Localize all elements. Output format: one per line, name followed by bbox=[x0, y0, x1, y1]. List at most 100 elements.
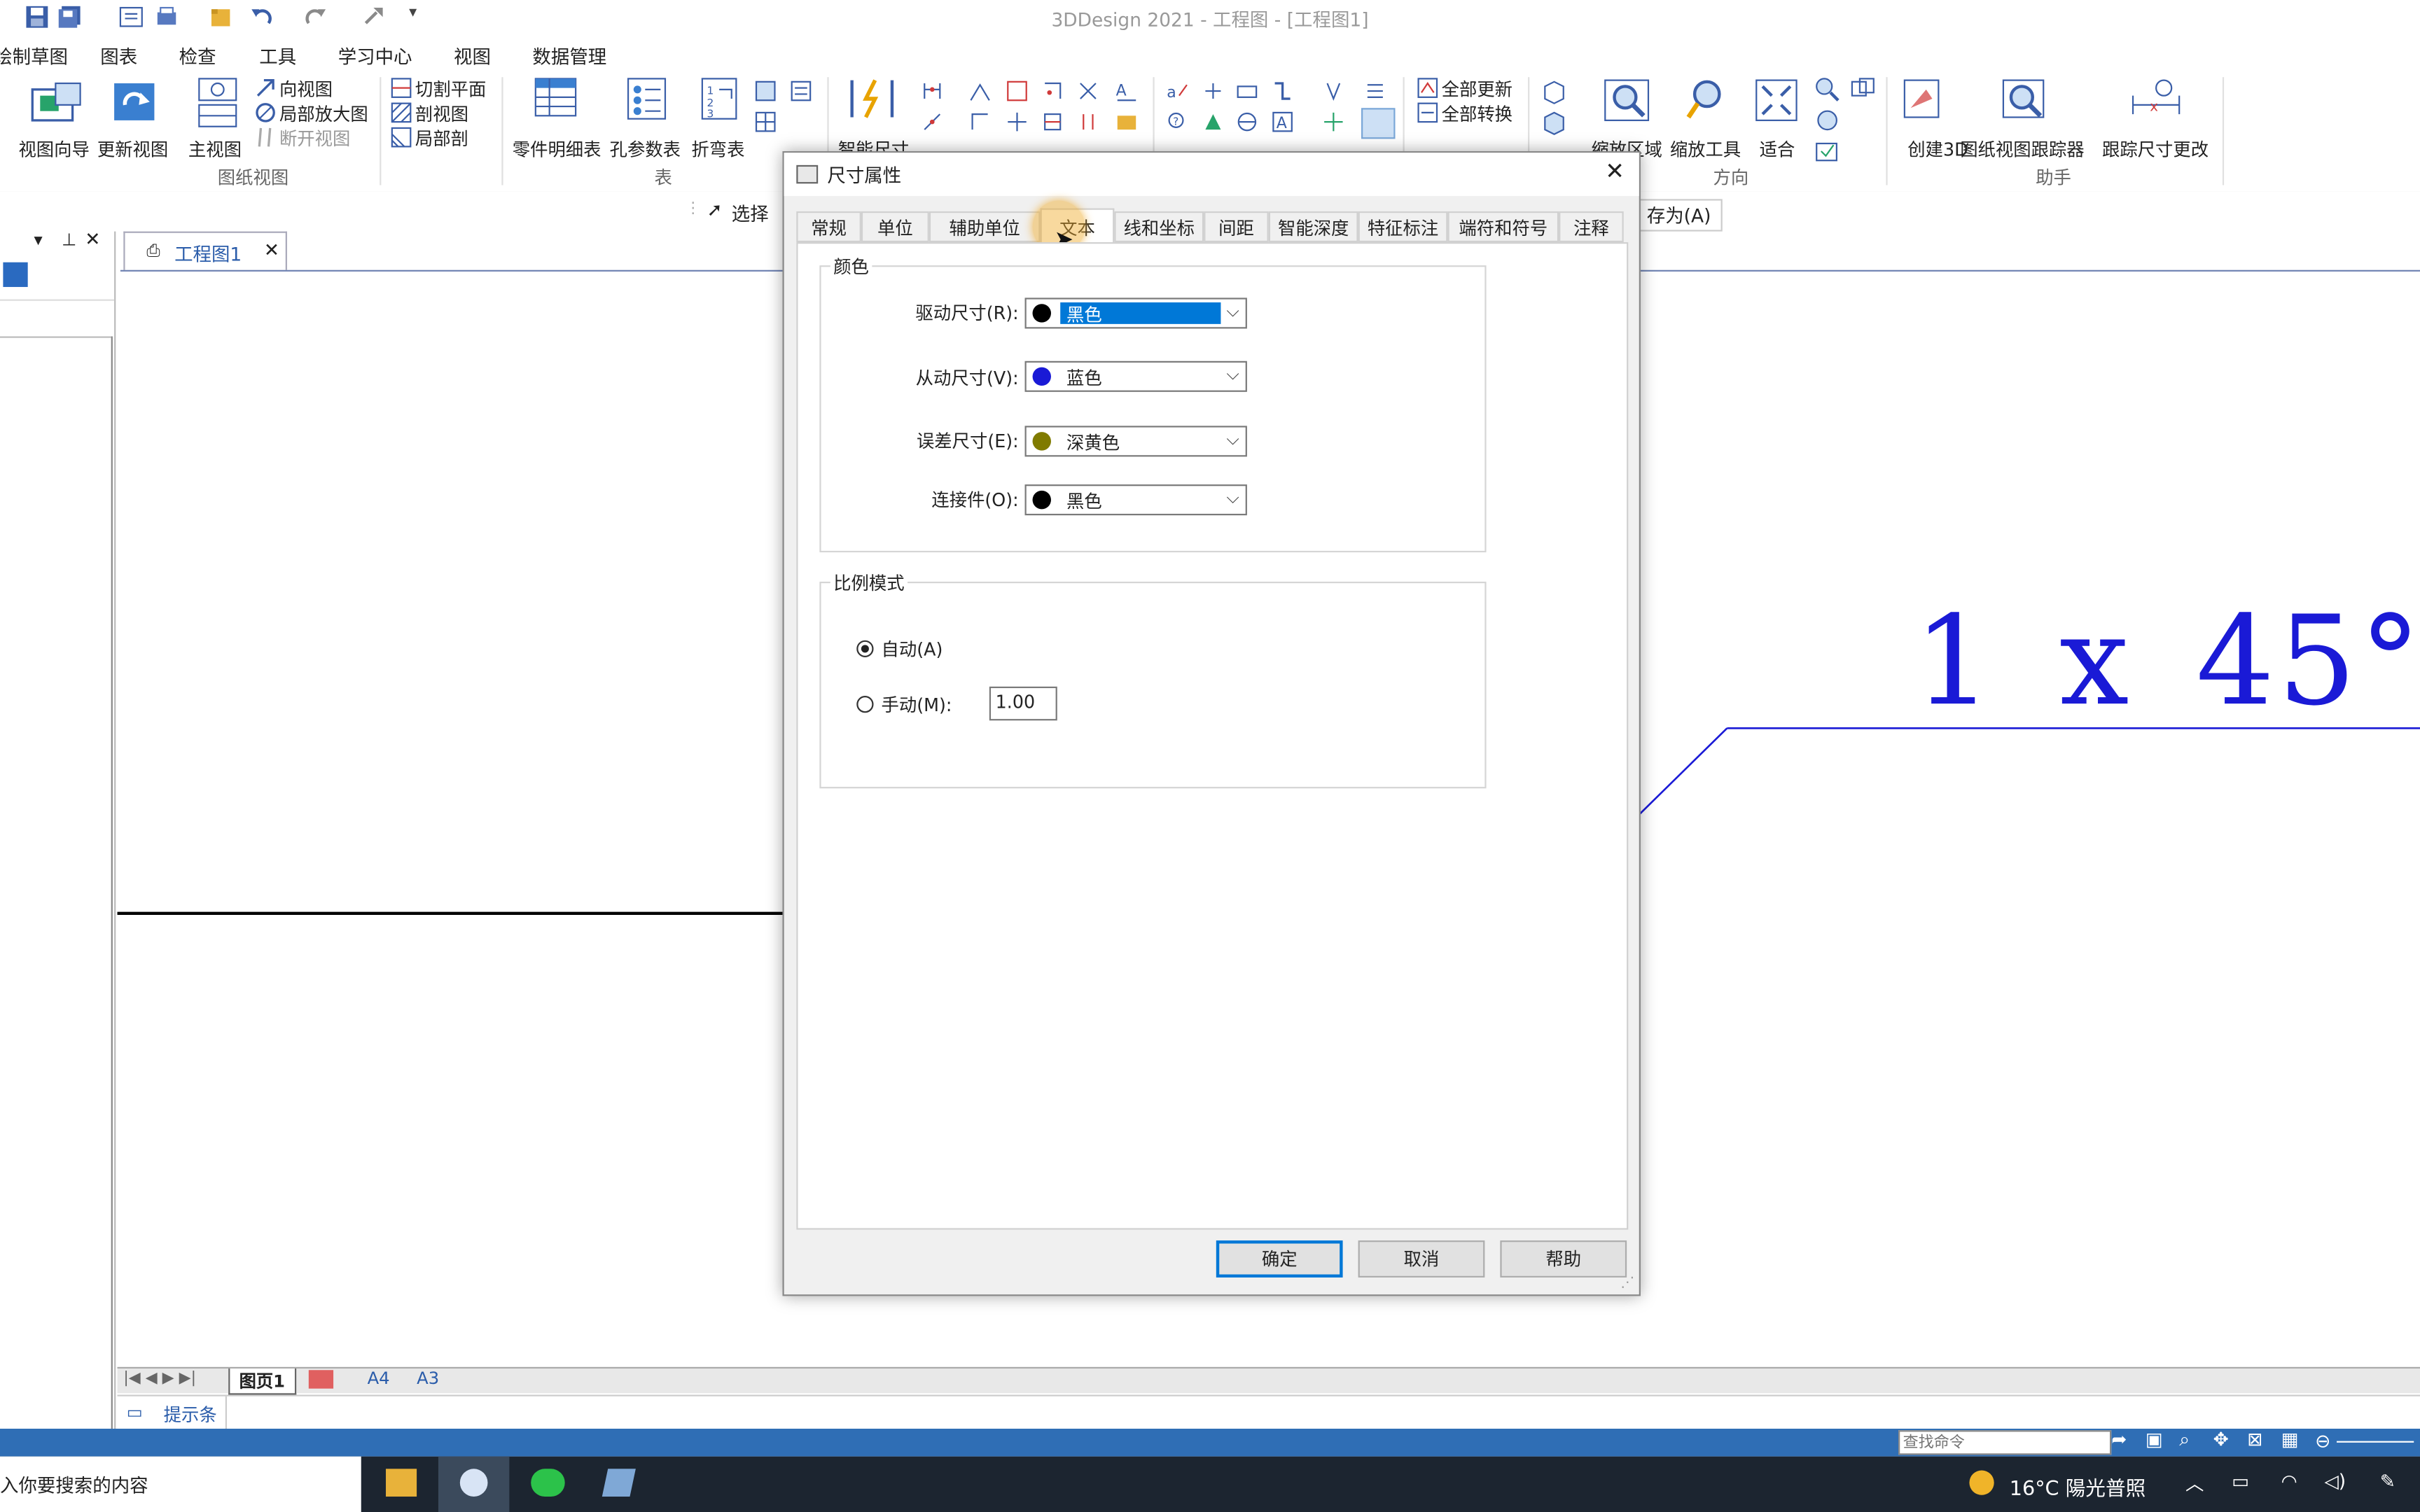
parts-list-label[interactable]: 零件明细表 bbox=[513, 137, 601, 162]
dim-tool-6-icon[interactable] bbox=[1077, 80, 1099, 106]
file-explorer-icon[interactable] bbox=[386, 1469, 417, 1497]
window-icon[interactable] bbox=[1851, 77, 1875, 106]
update-all-label[interactable]: 全部更新 bbox=[1442, 77, 1512, 102]
detail-view-icon[interactable] bbox=[255, 102, 277, 127]
dialog-close-icon[interactable]: ✕ bbox=[1605, 158, 1625, 186]
sheet-status-icon[interactable]: ▦ bbox=[2281, 1429, 2299, 1450]
auto-radio[interactable] bbox=[856, 640, 874, 657]
zoom-area-status-icon[interactable]: ▣ bbox=[2146, 1429, 2163, 1450]
tab-spacing[interactable]: 间距 bbox=[1204, 211, 1269, 243]
menu-charts[interactable]: 图表 bbox=[100, 43, 137, 69]
hole-table-label[interactable]: 孔参数表 bbox=[610, 137, 681, 162]
annot-3-icon[interactable] bbox=[1236, 80, 1258, 106]
tab-smart-depth[interactable]: 智能深度 bbox=[1268, 211, 1358, 243]
sheet-tab-background-icon[interactable] bbox=[308, 1370, 334, 1389]
chevron-down-icon[interactable]: ⌵ bbox=[1227, 487, 1239, 509]
dim-tool-1-icon[interactable] bbox=[922, 80, 943, 106]
smart-dimension-icon[interactable] bbox=[847, 77, 900, 128]
annot-1-icon[interactable]: a bbox=[1167, 80, 1188, 106]
view-wizard-icon[interactable] bbox=[31, 80, 83, 132]
zoom-in-icon[interactable] bbox=[1815, 77, 1840, 106]
cut-plane-label[interactable]: 切割平面 bbox=[415, 77, 486, 102]
show-hidden-icons-icon[interactable]: ︿ bbox=[2185, 1471, 2204, 1497]
section-view-icon[interactable] bbox=[391, 102, 412, 127]
annot-8-icon[interactable] bbox=[1323, 80, 1344, 106]
error-dim-color-select[interactable]: 深黄色 ⌵ bbox=[1024, 426, 1247, 457]
bend-table-icon[interactable]: 123 bbox=[701, 77, 741, 128]
tab-annotation[interactable]: 注释 bbox=[1559, 211, 1624, 243]
dim-style-icon[interactable] bbox=[1116, 111, 1138, 137]
update-all-icon[interactable] bbox=[1417, 77, 1438, 103]
dim-tool-8-icon[interactable] bbox=[1006, 111, 1028, 137]
zoom-tool-label[interactable]: 缩放工具 bbox=[1670, 137, 1741, 162]
sheet-tab-a4[interactable]: A4 bbox=[361, 1368, 396, 1389]
zoom-status-icon[interactable]: ⌕ bbox=[2179, 1429, 2190, 1452]
align-icon[interactable] bbox=[1364, 80, 1386, 106]
tab-close-icon[interactable]: ✕ bbox=[264, 239, 279, 261]
parts-list-icon[interactable] bbox=[534, 77, 580, 128]
view-tracker-label[interactable]: 图纸视图跟踪器 bbox=[1960, 137, 2084, 162]
update-view-icon[interactable] bbox=[111, 80, 161, 132]
dim-tool-4-icon[interactable] bbox=[1006, 80, 1028, 106]
view-wizard-label[interactable]: 视图向导 bbox=[18, 137, 89, 162]
detail-view-label[interactable]: 局部放大图 bbox=[279, 102, 368, 126]
select-label[interactable]: 选择 bbox=[732, 201, 769, 227]
tab-feature-callout[interactable]: 特征标注 bbox=[1358, 211, 1448, 243]
driving-dim-color-select[interactable]: 黑色 ⌵ bbox=[1024, 298, 1247, 329]
wechat-icon[interactable] bbox=[531, 1469, 565, 1497]
help-button[interactable]: 帮助 bbox=[1500, 1240, 1627, 1278]
zoom-slider[interactable] bbox=[2337, 1441, 2414, 1443]
driven-dim-color-select[interactable]: 蓝色 ⌵ bbox=[1024, 360, 1247, 392]
direction-view-label[interactable]: 向视图 bbox=[279, 77, 333, 102]
annot-6-icon[interactable] bbox=[1202, 111, 1224, 137]
resize-grip-icon[interactable]: ⋰ bbox=[1620, 1276, 1634, 1292]
weather-text[interactable]: 16°C 陽光普照 bbox=[2010, 1472, 2146, 1502]
design-app-icon[interactable] bbox=[601, 1469, 636, 1497]
auto-radio-label[interactable]: 自动(A) bbox=[882, 637, 943, 662]
panel-close-icon[interactable]: ✕ bbox=[85, 228, 100, 250]
cut-plane-icon[interactable] bbox=[391, 77, 412, 103]
centerline-icon[interactable] bbox=[1323, 111, 1344, 137]
view-check-icon[interactable] bbox=[1815, 139, 1840, 168]
create-3d-label[interactable]: 创建3D bbox=[1907, 137, 1968, 162]
menu-learning-center[interactable]: 学习中心 bbox=[338, 43, 412, 69]
tab-secondary-units[interactable]: 辅助单位 bbox=[929, 211, 1041, 243]
tab-units[interactable]: 单位 bbox=[861, 211, 929, 243]
dim-tool-7-icon[interactable] bbox=[969, 111, 991, 137]
document-tab-label[interactable]: 工程图1 bbox=[174, 241, 242, 267]
zoom-out-icon[interactable]: ⊖ bbox=[2315, 1430, 2330, 1452]
partial-section-icon[interactable] bbox=[391, 127, 412, 153]
hole-table-icon[interactable] bbox=[627, 77, 670, 128]
create-3d-icon[interactable] bbox=[1901, 77, 1947, 131]
save-as-button[interactable]: 存为(A) bbox=[1636, 199, 1722, 232]
pan-status-icon[interactable]: ✥ bbox=[2213, 1429, 2229, 1450]
pan-icon[interactable] bbox=[1815, 108, 1840, 137]
fit-label[interactable]: 适合 bbox=[1760, 137, 1795, 162]
fit-status-icon[interactable]: ⊠ bbox=[2247, 1429, 2262, 1450]
main-view-label[interactable]: 主视图 bbox=[188, 137, 242, 162]
library-icon[interactable] bbox=[3, 262, 28, 287]
convert-all-label[interactable]: 全部转换 bbox=[1442, 102, 1512, 126]
annot-5-icon[interactable]: ? bbox=[1167, 111, 1188, 137]
bend-table-label[interactable]: 折弯表 bbox=[691, 137, 744, 162]
menu-data-management[interactable]: 数据管理 bbox=[532, 43, 606, 69]
fit-icon[interactable] bbox=[1753, 77, 1800, 128]
select-arrow-icon[interactable]: ➚ bbox=[707, 199, 722, 220]
battery-icon[interactable]: ▭ bbox=[2232, 1471, 2249, 1492]
taskbar-search-box[interactable]: 入你要搜索的内容 bbox=[0, 1456, 361, 1512]
active-app-slot[interactable] bbox=[438, 1456, 510, 1512]
section-view-label[interactable]: 剖视图 bbox=[415, 102, 468, 126]
annot-7-icon[interactable] bbox=[1236, 111, 1258, 137]
dim-tool-2-icon[interactable] bbox=[922, 111, 943, 137]
dim-tool-5-icon[interactable] bbox=[1042, 80, 1064, 106]
annot-4-icon[interactable] bbox=[1272, 80, 1293, 106]
sheet-tab-page1[interactable]: 图页1 bbox=[228, 1368, 296, 1395]
cancel-button[interactable]: 取消 bbox=[1358, 1240, 1485, 1278]
list-small-icon[interactable] bbox=[790, 80, 812, 106]
manual-radio-label[interactable]: 手动(M): bbox=[882, 693, 952, 718]
cube-icon-1[interactable] bbox=[1542, 80, 1566, 110]
connector-color-select[interactable]: 黑色 ⌵ bbox=[1024, 484, 1247, 516]
manual-scale-field[interactable]: 1.00 bbox=[989, 686, 1057, 721]
direction-view-icon[interactable] bbox=[255, 77, 277, 103]
pen-icon[interactable]: ✎ bbox=[2380, 1471, 2395, 1492]
